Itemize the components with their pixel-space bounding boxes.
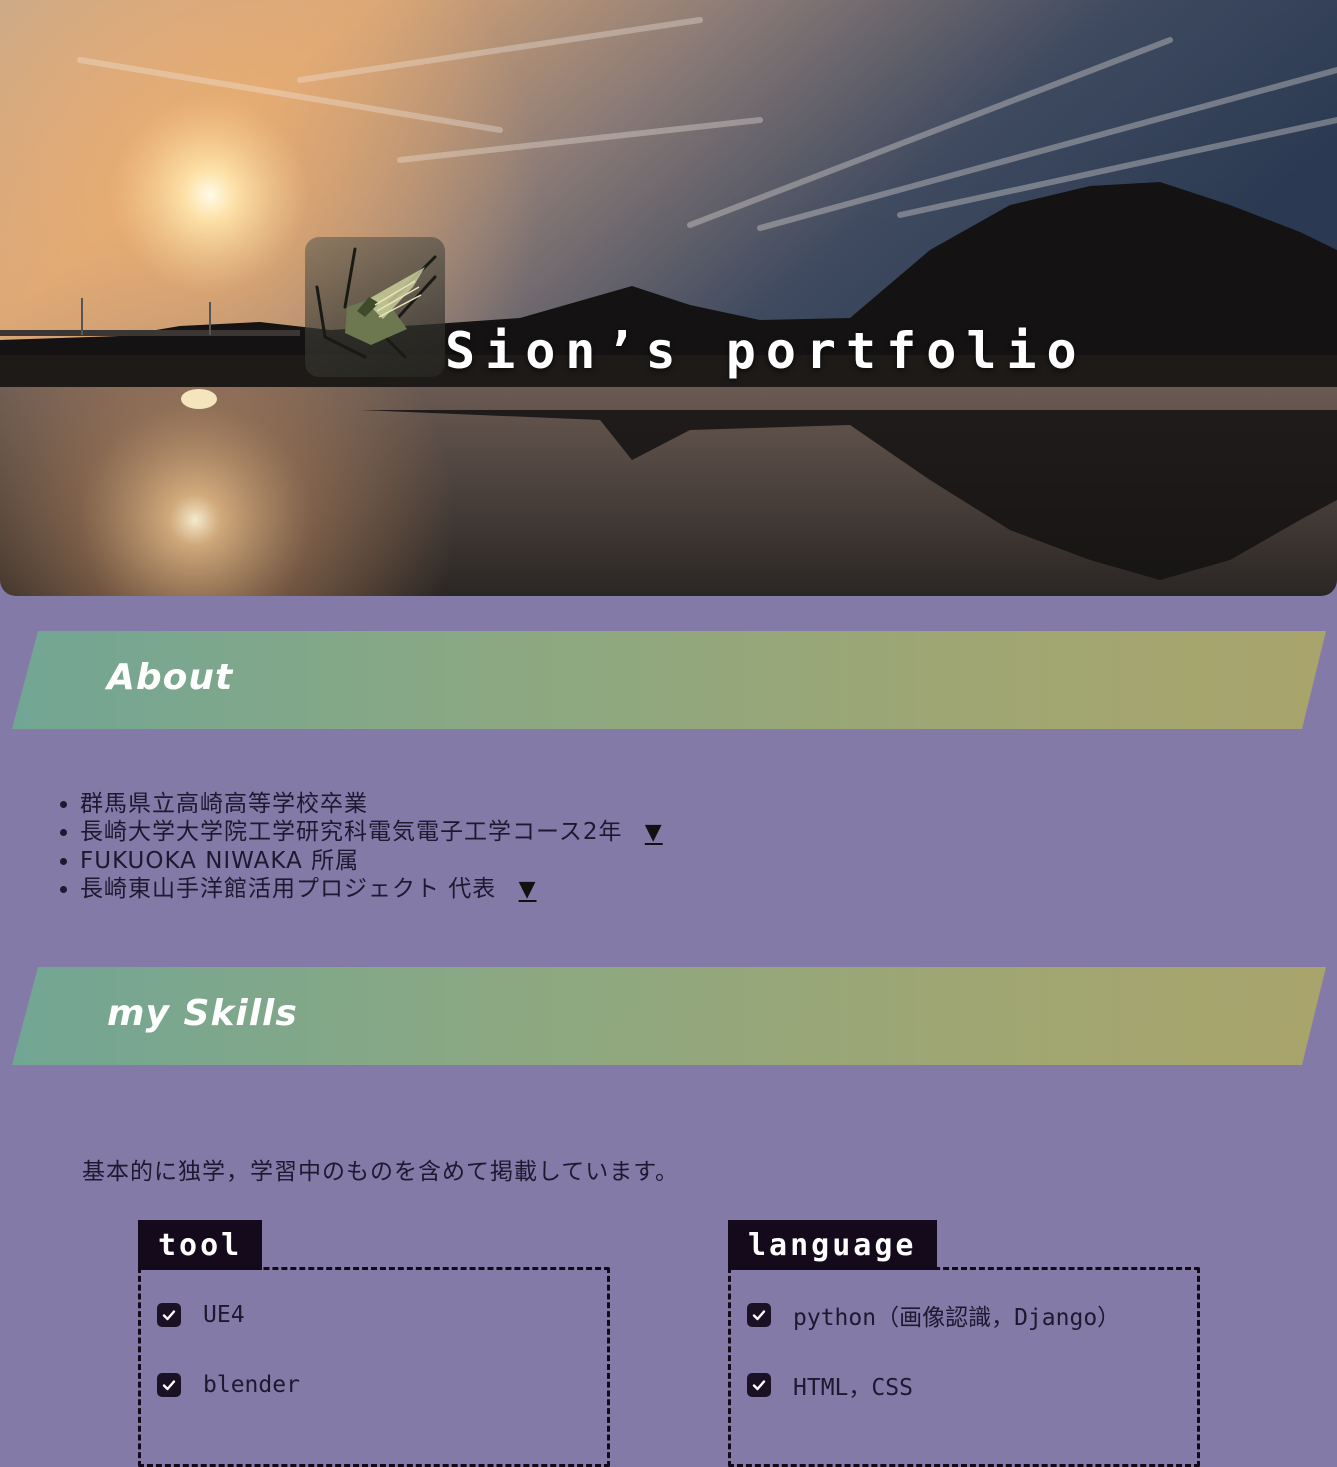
hero-banner: Sion’s portfolio xyxy=(0,0,1337,596)
about-item: 長崎東山手洋館活用プロジェクト 代表 ▼ xyxy=(80,875,663,904)
expand-toggle-icon[interactable]: ▼ xyxy=(519,876,537,904)
checkbox-checked-icon xyxy=(157,1303,181,1327)
about-item-text: 群馬県立高崎高等学校卒業 xyxy=(80,791,368,817)
skill-item: python（画像認識，Django） xyxy=(747,1300,1121,1331)
skill-group-tool: UE4 blender xyxy=(138,1267,610,1467)
checkbox-checked-icon xyxy=(747,1303,771,1327)
hero-landscape-photo xyxy=(0,0,1337,596)
skills-note: 基本的に独学，学習中のものを含めて掲載しています。 xyxy=(82,1159,680,1185)
about-list: 群馬県立高崎高等学校卒業 長崎大学大学院工学研究科電気電子工学コース2年 ▼ F… xyxy=(80,790,663,904)
skill-label: HTML，CSS xyxy=(793,1375,913,1401)
about-heading: About xyxy=(107,657,234,698)
skill-group-title-tool: tool xyxy=(138,1220,263,1270)
skill-item: blender xyxy=(157,1370,300,1400)
skills-section-header: my Skills xyxy=(12,967,1326,1065)
skill-item: HTML，CSS xyxy=(747,1370,913,1401)
about-item: 長崎大学大学院工学研究科電気電子工学コース2年 ▼ xyxy=(80,818,663,847)
site-title: Sion’s portfolio xyxy=(445,322,1087,380)
expand-toggle-icon[interactable]: ▼ xyxy=(645,819,663,847)
skill-group-title-language: language xyxy=(728,1220,937,1270)
about-item-text: FUKUOKA NIWAKA 所属 xyxy=(80,848,360,874)
about-item-text: 長崎東山手洋館活用プロジェクト 代表 xyxy=(80,876,497,902)
about-section-header: About xyxy=(12,631,1326,729)
checkbox-checked-icon xyxy=(747,1373,771,1397)
skill-label: UE4 xyxy=(203,1302,245,1328)
skill-item: UE4 xyxy=(157,1300,245,1330)
about-item: FUKUOKA NIWAKA 所属 xyxy=(80,847,663,875)
skill-label: python（画像認識，Django） xyxy=(793,1305,1121,1331)
skill-group-language: python（画像認識，Django） HTML，CSS xyxy=(728,1267,1200,1467)
origami-crane-logo-icon[interactable] xyxy=(305,237,445,377)
about-item: 群馬県立高崎高等学校卒業 xyxy=(80,790,663,818)
checkbox-checked-icon xyxy=(157,1373,181,1397)
skill-label: blender xyxy=(203,1372,300,1398)
about-item-text: 長崎大学大学院工学研究科電気電子工学コース2年 xyxy=(80,819,623,845)
skills-heading: my Skills xyxy=(107,993,298,1034)
